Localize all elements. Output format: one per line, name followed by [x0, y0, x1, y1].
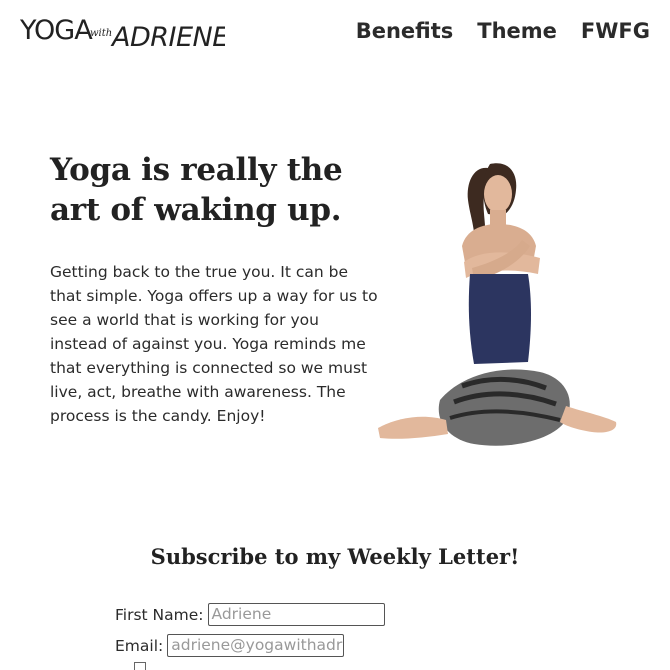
optin-checkbox-row[interactable] — [134, 662, 152, 670]
hero-body-text: Getting back to the true you. It can be … — [50, 263, 378, 425]
yoga-pose-photo — [378, 163, 617, 446]
logo-text-adriene: ADRIENE — [110, 22, 225, 53]
yoga-with-adriene-logo[interactable]: YOGA with ADRIENE — [20, 6, 225, 56]
main-nav: Benefits Theme FWFG — [356, 16, 650, 46]
email-label: Email: — [115, 636, 164, 655]
hero-title: Yoga is really the art of waking up. — [50, 152, 343, 228]
first-name-label: First Name: — [115, 605, 204, 624]
nav-theme[interactable]: Theme — [477, 16, 557, 46]
subscribe-title: Subscribe to my Weekly Letter! — [150, 544, 520, 569]
first-name-input[interactable]: Adriene — [207, 603, 385, 626]
optin-checkbox[interactable] — [134, 662, 146, 670]
first-name-row: First Name: Adriene — [115, 603, 385, 626]
logo-text-with: with — [90, 28, 112, 39]
logo-text-yoga: YOGA — [20, 15, 93, 46]
email-row: Email: adriene@yogawithadriene.com — [115, 634, 345, 657]
nav-fwfg[interactable]: FWFG — [581, 16, 650, 46]
email-input[interactable]: adriene@yogawithadriene.com — [167, 634, 345, 657]
nav-benefits[interactable]: Benefits — [356, 16, 454, 46]
